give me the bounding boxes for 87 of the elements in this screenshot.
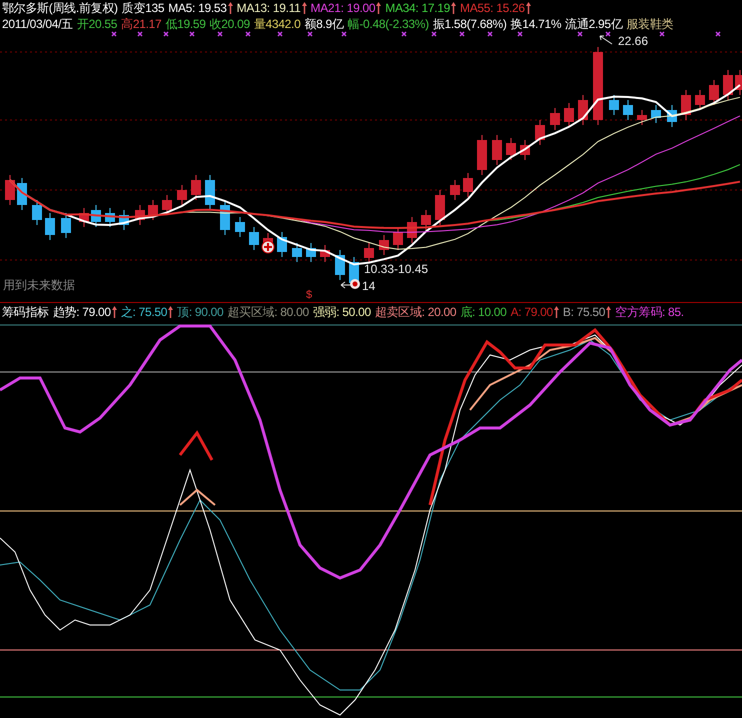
candlestick — [45, 212, 55, 240]
legend-label: MA21: 19.00 — [310, 1, 376, 15]
legend-label: MA5: 19.53 — [168, 1, 227, 15]
quote-value: 高21.17 — [121, 17, 162, 31]
candlestick — [492, 134, 502, 166]
candlestick — [550, 108, 560, 130]
candlestick — [191, 174, 201, 200]
quote-value: 2011/03/04/五 — [2, 17, 73, 31]
legend-label: 超买区域: 80.00 — [227, 304, 309, 318]
quote-value: 服装鞋类 — [626, 17, 674, 31]
candlestick — [292, 242, 302, 262]
candlestick — [335, 250, 345, 280]
legend-label: 之: 75.50 — [120, 304, 168, 318]
legend-label: MA55: 15.26 — [460, 1, 525, 15]
candlestick — [148, 200, 158, 220]
legend-label: A: 79.00 — [510, 304, 553, 318]
candlestick — [651, 104, 661, 124]
warning-text: 用到未来数据 — [3, 278, 75, 292]
candlestick — [477, 134, 487, 176]
candlestick — [578, 94, 588, 126]
candlestick — [32, 200, 42, 226]
quote-value: 收20.09 — [210, 17, 250, 31]
candlestick — [79, 208, 89, 228]
candlestick — [205, 174, 215, 210]
candlestick — [723, 70, 733, 100]
legend-label: MA13: 19.11 — [236, 1, 300, 15]
legend-label: 质变135 — [122, 1, 164, 15]
candlestick — [637, 110, 647, 126]
quote-value: 额8.9亿 — [304, 17, 344, 31]
price-annotation: 10.33-10.45 — [364, 262, 428, 276]
candlestick — [306, 242, 316, 262]
candlestick — [506, 138, 516, 160]
quote-value: 低19.59 — [165, 17, 206, 31]
candlestick — [177, 184, 187, 206]
quote-value: 振1.58(7.68%) — [432, 17, 507, 31]
legend-label: 底: 10.00 — [460, 304, 507, 318]
price-annotation: 14 — [362, 279, 376, 293]
legend-label: 筹码指标 — [2, 304, 49, 318]
candlestick — [681, 90, 691, 120]
candlestick — [520, 140, 530, 160]
candlestick — [5, 174, 15, 206]
legend-label: B: 75.50 — [562, 304, 606, 318]
candlestick — [535, 120, 545, 146]
candlestick — [450, 180, 460, 200]
target-icon — [350, 279, 360, 289]
quote-value: 量4342.0 — [254, 17, 300, 31]
candlestick — [119, 210, 129, 230]
candlestick — [463, 172, 473, 198]
quote-value: 幅-0.48(-2.33%) — [348, 17, 429, 31]
legend-label: MA34: 17.19 — [385, 1, 450, 15]
legend-label: 强弱: 50.00 — [312, 304, 371, 318]
plus-circle-icon — [262, 240, 274, 254]
legend-label: 顶: 90.00 — [177, 304, 224, 318]
candlestick — [364, 242, 374, 264]
candlestick — [695, 90, 705, 110]
candlestick — [735, 70, 742, 96]
quote-value: 流通2.95亿 — [565, 17, 622, 31]
arrow-icon — [600, 36, 612, 44]
legend-label: 超卖区域: 20.00 — [374, 304, 456, 318]
candlestick — [435, 190, 445, 226]
price-annotation: 22.66 — [618, 34, 648, 48]
legend-label: 鄂尔多斯(周线.前复权) — [2, 1, 118, 15]
candlestick — [623, 100, 633, 120]
candlestick — [421, 210, 431, 230]
candlestick — [667, 104, 677, 128]
candlestick — [105, 208, 115, 228]
candlestick — [379, 234, 389, 256]
candlestick — [61, 212, 71, 238]
candlestick — [91, 204, 101, 228]
quote-value: 换14.71% — [510, 17, 562, 31]
candlestick — [564, 102, 574, 128]
candlestick — [407, 216, 417, 244]
candlestick — [135, 204, 145, 226]
candlestick — [393, 226, 403, 250]
legend-label: 趋势: 79.00 — [52, 304, 111, 318]
candlestick — [277, 232, 287, 258]
candlestick — [709, 80, 719, 106]
legend-label: 空方筹码: 85. — [615, 304, 684, 318]
candlestick — [609, 94, 619, 116]
candlestick — [220, 200, 230, 236]
quote-value: 开20.55 — [76, 17, 118, 31]
candlestick — [235, 216, 245, 238]
candlestick — [249, 226, 259, 250]
candlestick — [17, 178, 27, 210]
candlestick — [320, 244, 330, 262]
signal-marker: $ — [306, 289, 312, 301]
left-arrow-icon — [340, 282, 354, 288]
